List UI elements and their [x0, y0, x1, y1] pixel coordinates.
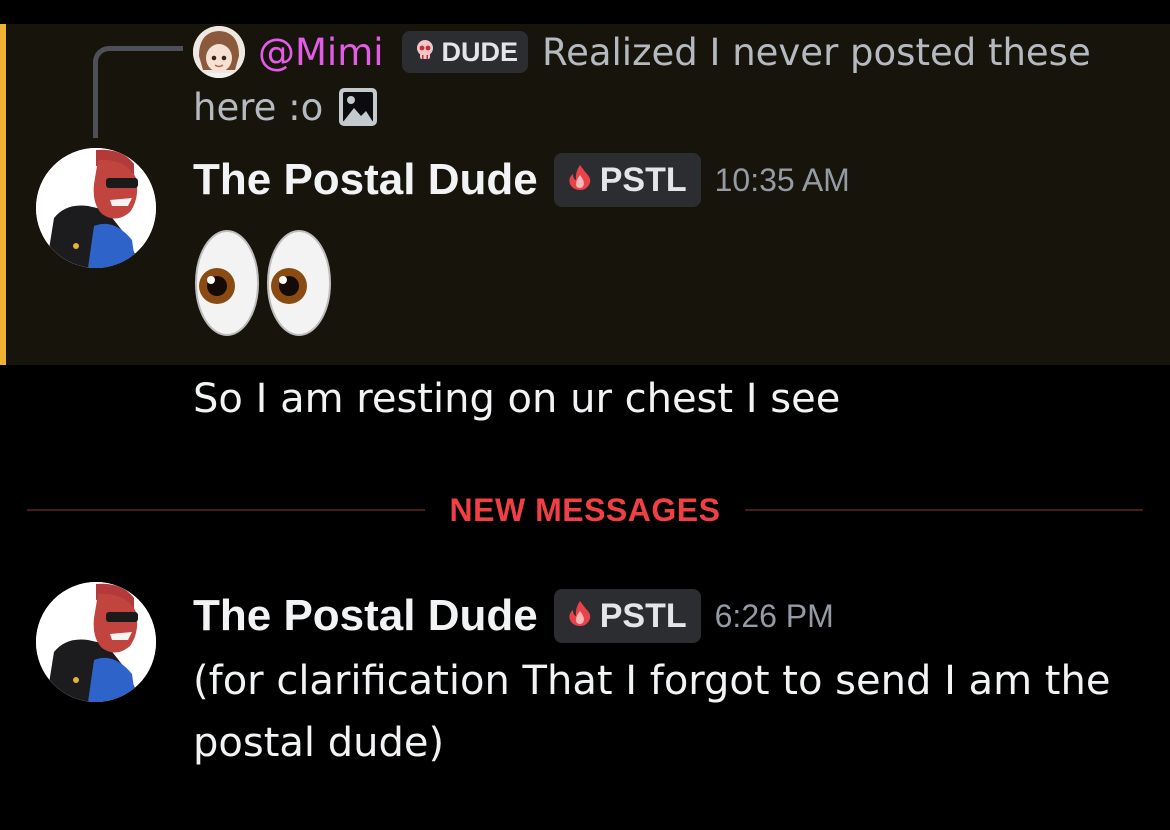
new-messages-divider: NEW MESSAGES [27, 486, 1143, 534]
role-tag-dude[interactable]: DUDE [401, 31, 529, 73]
divider-line-left [27, 509, 425, 511]
role-tag-pstl[interactable]: PSTL [553, 153, 701, 207]
username[interactable]: The Postal Dude [193, 155, 538, 205]
user-avatar[interactable] [36, 148, 156, 268]
user-avatar[interactable] [36, 582, 156, 702]
role-tag-label: PSTL [599, 160, 687, 199]
timestamp[interactable]: 10:35 AM [715, 162, 850, 199]
fire-icon [566, 597, 594, 636]
reply-preview-continued[interactable]: here :o [193, 84, 379, 130]
top-strip [0, 0, 1170, 24]
message-text: (for clarification That I forgot to send… [193, 658, 1111, 766]
reply-preview[interactable]: @Mimi DUDE Realized I never posted these [258, 26, 1091, 78]
timestamp[interactable]: 6:26 PM [715, 598, 834, 635]
reply-text-continued: here :o [193, 85, 324, 129]
username[interactable]: The Postal Dude [193, 591, 538, 641]
eyes-emoji [193, 228, 335, 338]
reply-avatar[interactable] [193, 26, 245, 78]
reply-text: Realized I never posted these [542, 30, 1091, 74]
message-text: So I am resting on ur chest I see [193, 376, 841, 422]
skull-icon [414, 37, 436, 68]
image-icon [337, 86, 379, 128]
message-header: The Postal Dude PSTL 10:35 AM [193, 150, 850, 210]
message-header: The Postal Dude PSTL 6:26 PM [193, 586, 834, 646]
reply-connector-line [93, 46, 183, 138]
divider-line-right [745, 509, 1143, 511]
role-tag-label: DUDE [441, 36, 519, 67]
fire-icon [566, 161, 594, 200]
role-tag-pstl[interactable]: PSTL [553, 589, 701, 643]
new-messages-label: NEW MESSAGES [449, 492, 721, 528]
reply-mention[interactable]: @Mimi [258, 31, 384, 74]
role-tag-label: PSTL [599, 596, 687, 635]
